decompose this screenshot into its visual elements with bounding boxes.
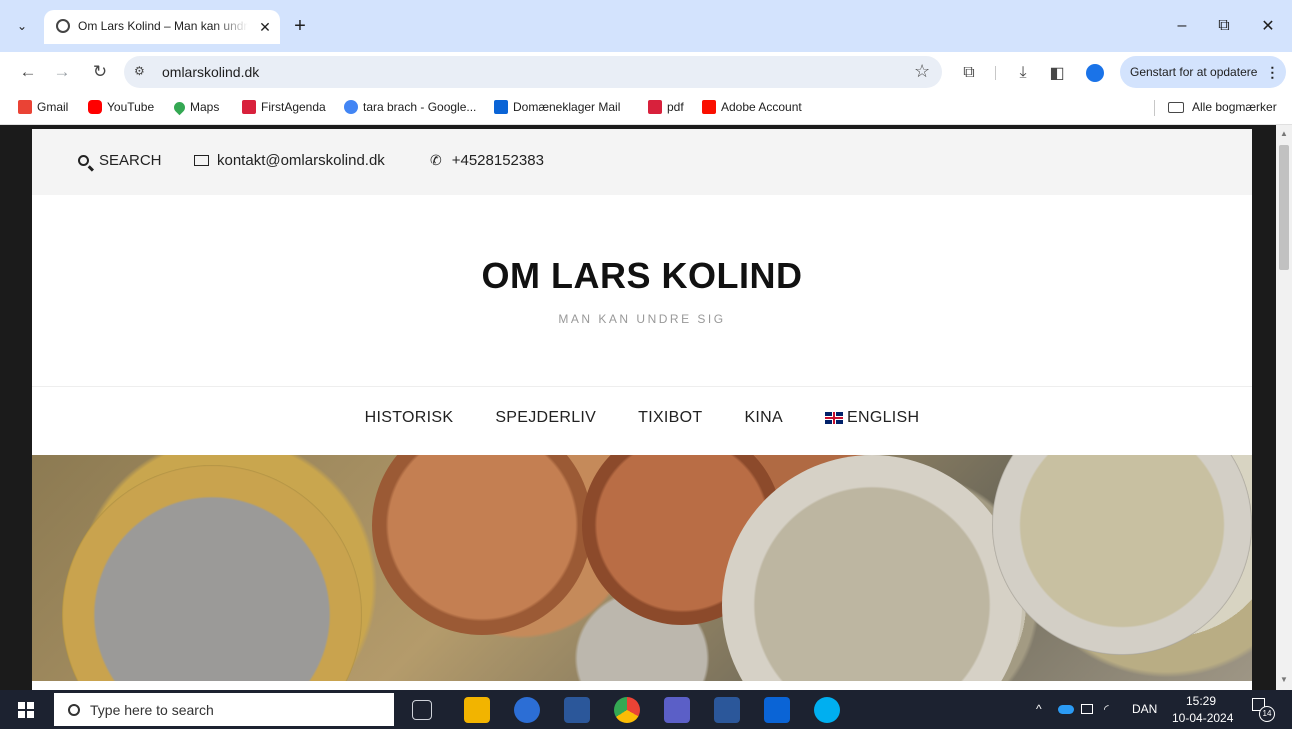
- bookmarks-divider: [1154, 100, 1155, 116]
- all-bookmarks-button[interactable]: Alle bogmærker: [1168, 100, 1277, 114]
- back-arrow-icon[interactable]: ←: [14, 58, 42, 86]
- site-info-icon[interactable]: ⚙: [134, 64, 152, 80]
- url-text[interactable]: omlarskolind.dk: [162, 64, 259, 80]
- scrollbar-thumb[interactable]: [1279, 145, 1289, 270]
- teams-icon[interactable]: [664, 697, 690, 723]
- extensions-icon[interactable]: ⧉: [958, 62, 980, 84]
- bookmarks-bar: Gmail YouTube Maps FirstAgenda tara brac…: [0, 92, 1292, 125]
- email-link[interactable]: kontakt@omlarskolind.dk: [194, 152, 385, 169]
- bookmark-domaeneklager-mail[interactable]: Domæneklager Mail: [494, 100, 620, 114]
- windows-start-icon[interactable]: [18, 702, 34, 718]
- skype-business-icon[interactable]: [514, 697, 540, 723]
- clock-date[interactable]: 10-04-2024: [1172, 711, 1233, 725]
- pdf-icon: [648, 100, 662, 114]
- download-icon[interactable]: ⤓: [1012, 62, 1034, 84]
- search-icon: [68, 703, 80, 716]
- close-window-button[interactable]: ✕: [1248, 12, 1288, 40]
- globe-icon: [56, 19, 70, 33]
- site-page: SEARCH kontakt@omlarskolind.dk ✆ +452815…: [32, 129, 1252, 690]
- gmail-icon: [18, 100, 32, 114]
- skype-icon[interactable]: [814, 697, 840, 723]
- scroll-down-arrow-icon[interactable]: ▼: [1280, 675, 1288, 684]
- scroll-up-arrow-icon[interactable]: ▲: [1280, 129, 1288, 138]
- outlook-icon: [494, 100, 508, 114]
- bookmark-firstagenda[interactable]: FirstAgenda: [242, 100, 326, 114]
- nav-item-spejderliv[interactable]: SPEJDERLIV: [495, 409, 596, 427]
- address-bar[interactable]: ⚙ omlarskolind.dk ☆: [124, 56, 942, 88]
- site-search-button[interactable]: SEARCH: [78, 152, 162, 169]
- main-navigation: HISTORISK SPEJDERLIV TIXIBOT KINA ENGLIS…: [32, 409, 1252, 427]
- tab-strip: ⌄ Om Lars Kolind – Man kan undre sig ✕ +…: [0, 0, 1292, 52]
- taskbar-search-box[interactable]: Type here to search: [54, 693, 394, 726]
- tray-chevron-up-icon[interactable]: ^: [1036, 702, 1042, 716]
- wifi-icon[interactable]: ◜: [1104, 702, 1109, 716]
- tab-active[interactable]: Om Lars Kolind – Man kan undre sig ✕: [44, 10, 280, 44]
- nav-item-historisk[interactable]: HISTORISK: [365, 409, 454, 427]
- minimize-button[interactable]: –: [1162, 12, 1202, 40]
- youtube-icon: [88, 100, 102, 114]
- battery-icon[interactable]: [1081, 704, 1093, 714]
- tab-search-chevron-icon[interactable]: ⌄: [10, 14, 34, 38]
- nav-item-kina[interactable]: KINA: [744, 409, 783, 427]
- notification-count: 14: [1259, 706, 1275, 722]
- restore-button[interactable]: ⧉: [1204, 12, 1244, 40]
- bookmark-youtube[interactable]: YouTube: [88, 100, 154, 114]
- tab-close-icon[interactable]: ✕: [254, 16, 276, 38]
- taskbar-search-placeholder: Type here to search: [90, 701, 214, 718]
- side-panel-icon[interactable]: ◧: [1046, 62, 1068, 84]
- coin-shape: [372, 455, 592, 635]
- adobe-icon: [702, 100, 716, 114]
- nav-divider: [32, 386, 1252, 387]
- coin-shape: [62, 465, 362, 681]
- nav-item-tixibot[interactable]: TIXIBOT: [638, 409, 702, 427]
- hero-image-coins: [32, 455, 1252, 681]
- notification-center-icon[interactable]: 14: [1252, 698, 1275, 722]
- site-tagline: MAN KAN UNDRE SIG: [558, 312, 726, 326]
- profile-avatar-icon[interactable]: [1086, 64, 1104, 82]
- uk-flag-icon: [825, 412, 843, 424]
- coin-shape: [992, 455, 1252, 655]
- onedrive-icon[interactable]: [1058, 705, 1074, 714]
- maps-pin-icon: [171, 99, 188, 115]
- update-label: Genstart for at opdatere: [1130, 65, 1258, 79]
- bookmark-adobe-account[interactable]: Adobe Account: [702, 100, 802, 114]
- bookmark-google-search[interactable]: tara brach - Google...: [344, 100, 476, 114]
- browser-toolbar: ← → ↻ ⚙ omlarskolind.dk ☆ ⧉ ⤓ ◧ Genstart…: [0, 52, 1292, 92]
- bookmark-maps[interactable]: Maps: [171, 99, 219, 115]
- more-menu-icon[interactable]: ⋮: [1265, 64, 1279, 81]
- google-icon: [344, 100, 358, 114]
- reload-icon[interactable]: ↻: [86, 58, 114, 86]
- web-viewport: SEARCH kontakt@omlarskolind.dk ✆ +452815…: [0, 125, 1292, 690]
- bookmark-star-icon[interactable]: ☆: [914, 61, 930, 82]
- word-icon-2[interactable]: [714, 697, 740, 723]
- phone-link[interactable]: ✆ +4528152383: [430, 152, 544, 169]
- word-icon[interactable]: [564, 697, 590, 723]
- file-explorer-icon[interactable]: [464, 697, 490, 723]
- page-scrollbar[interactable]: ▲ ▼: [1276, 125, 1292, 690]
- outlook-icon[interactable]: [764, 697, 790, 723]
- toolbar-divider: [995, 66, 996, 80]
- clock-time[interactable]: 15:29: [1186, 694, 1216, 708]
- chrome-icon[interactable]: [614, 697, 640, 723]
- folder-icon: [1168, 101, 1184, 113]
- nav-item-english[interactable]: ENGLISH: [825, 409, 919, 427]
- task-view-icon[interactable]: [412, 700, 432, 720]
- new-tab-button[interactable]: +: [288, 14, 312, 38]
- forward-arrow-icon[interactable]: →: [48, 58, 76, 86]
- site-topbar: SEARCH kontakt@omlarskolind.dk ✆ +452815…: [32, 129, 1252, 195]
- bookmark-gmail[interactable]: Gmail: [18, 100, 68, 114]
- bookmark-pdf[interactable]: pdf: [648, 100, 684, 114]
- search-icon: [78, 155, 89, 166]
- site-title[interactable]: OM LARS KOLIND: [32, 255, 1252, 297]
- restart-to-update-button[interactable]: Genstart for at opdatere ⋮: [1120, 56, 1286, 88]
- input-language[interactable]: DAN: [1132, 702, 1157, 716]
- windows-taskbar: Type here to search ^ ◜ DAN 15:29 10-04-…: [0, 690, 1292, 729]
- phone-icon: ✆: [430, 152, 442, 168]
- envelope-icon: [194, 155, 209, 166]
- tab-title: Om Lars Kolind – Man kan undre sig: [78, 19, 248, 33]
- firstagenda-icon: [242, 100, 256, 114]
